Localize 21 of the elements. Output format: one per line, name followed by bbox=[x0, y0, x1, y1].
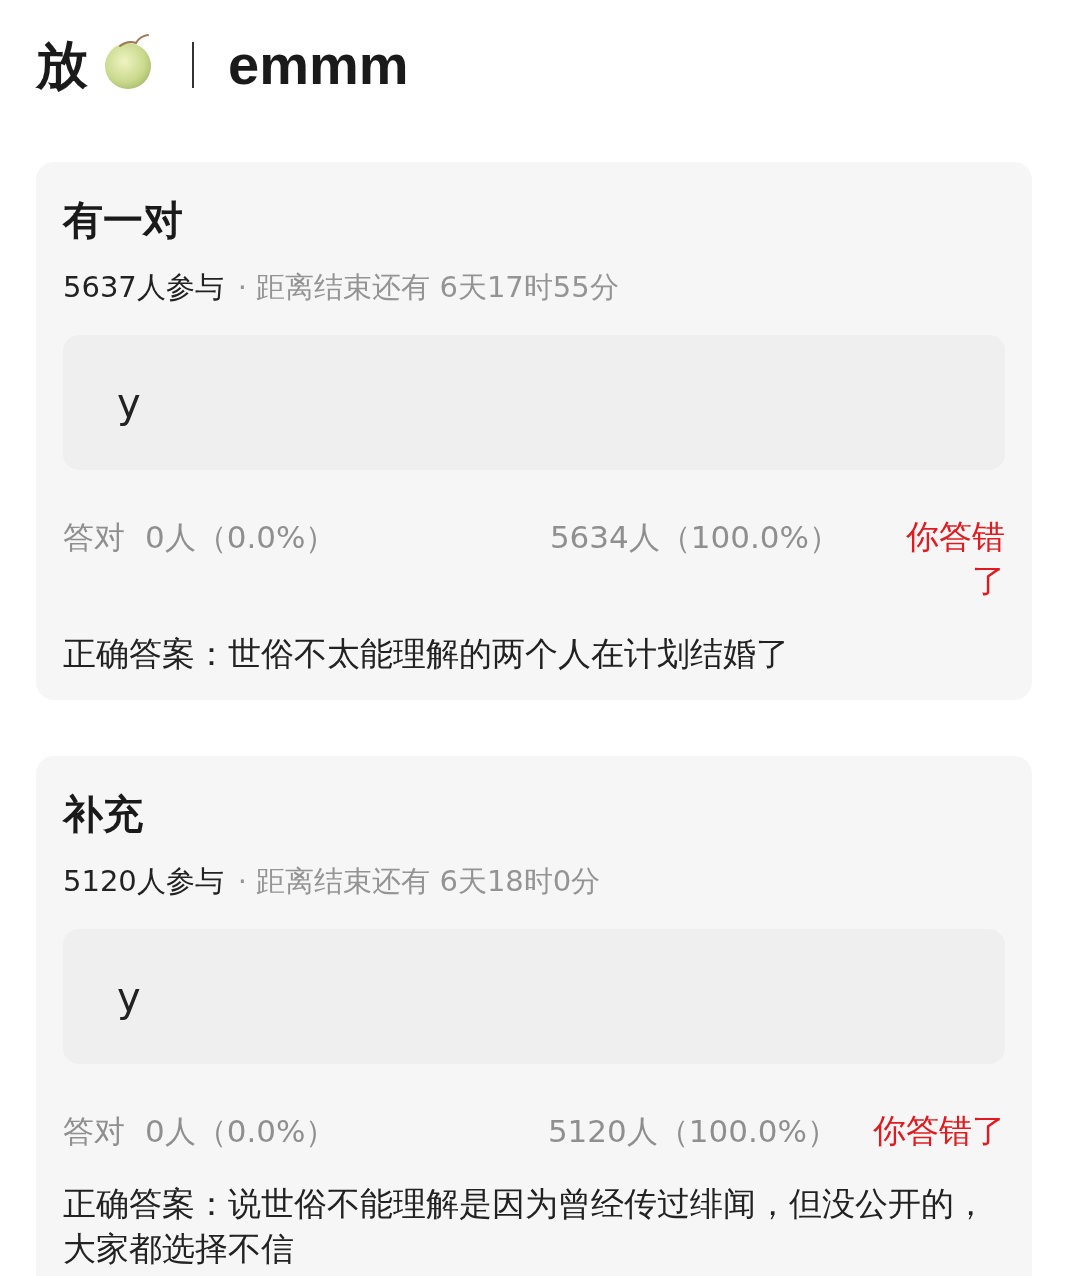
deadline-text: · 距离结束还有 6天17时55分 bbox=[237, 269, 619, 306]
header-subtitle: emmm bbox=[228, 33, 409, 97]
poll-title: 补充 bbox=[63, 790, 144, 838]
poll-title: 有一对 bbox=[63, 196, 184, 244]
answer-option: y bbox=[63, 335, 1005, 470]
deadline-text: · 距离结束还有 6天18时0分 bbox=[237, 863, 601, 900]
correct-label: 答对 bbox=[63, 1112, 125, 1151]
page-title: 放 bbox=[36, 34, 88, 97]
correct-answer-text: 正确答案：世俗不太能理解的两个人在计划结婚了 bbox=[63, 633, 790, 675]
participant-count: 5120人参与 bbox=[63, 863, 224, 900]
wrong-count: 5120人（100.0%） bbox=[547, 1112, 838, 1151]
melon-icon bbox=[102, 34, 154, 90]
correct-label: 答对 bbox=[63, 518, 125, 557]
participant-count: 5637人参与 bbox=[63, 269, 224, 306]
correct-answer-text: 正确答案：说世俗不能理解是因为曾经传过绯闻，但没公开的，大家都选择不信 bbox=[63, 1183, 988, 1270]
result-text: 你答错了 bbox=[906, 516, 1005, 602]
answer-option: y bbox=[63, 929, 1005, 1064]
result-text: 你答错了 bbox=[873, 1110, 1005, 1152]
correct-count: 0人（0.0%） bbox=[145, 518, 337, 557]
wrong-count: 5634人（100.0%） bbox=[549, 518, 840, 557]
correct-count: 0人（0.0%） bbox=[145, 1112, 337, 1151]
